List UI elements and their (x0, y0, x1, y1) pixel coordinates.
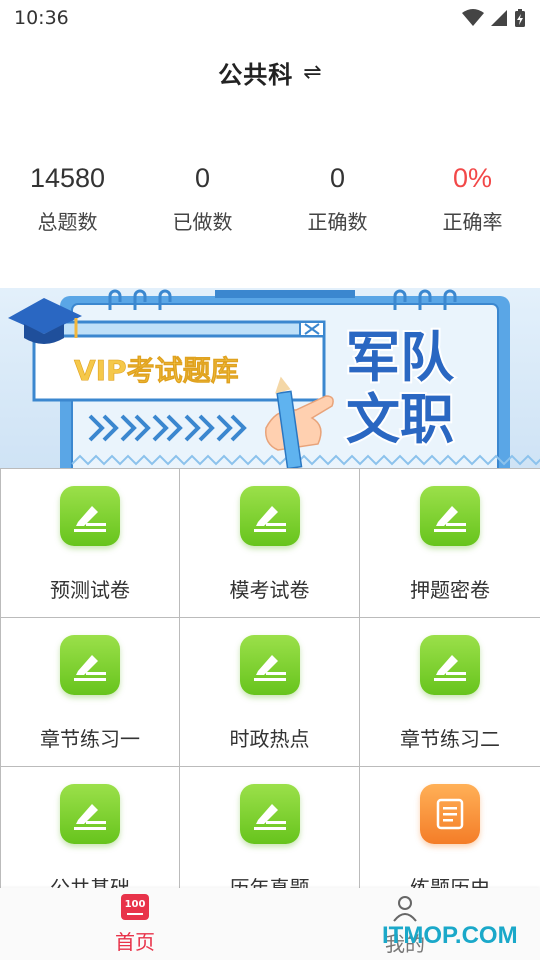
tab-home[interactable]: 100 首页 (0, 888, 270, 960)
pencil-icon (420, 486, 480, 546)
grid-item-label: 模考试卷 (229, 578, 310, 602)
status-icons (462, 8, 526, 28)
pencil-icon (239, 784, 300, 844)
banner-title-line2: 文职 (346, 388, 454, 451)
grid-item-label: 时政热点 (229, 727, 310, 751)
pencil-icon (239, 486, 300, 546)
status-bar: 10:36 (0, 0, 540, 36)
status-time: 10:36 (14, 7, 69, 29)
stat-label: 正确数 (307, 210, 368, 234)
grid-item-current-affairs[interactable]: 时政热点 (180, 618, 360, 767)
stat-label: 已做数 (172, 210, 233, 234)
grid-item-secret-paper[interactable]: 押题密卷 (360, 469, 540, 618)
stat-value: 0 (194, 163, 211, 193)
pencil-icon (239, 635, 300, 695)
stat-done: 0 已做数 (135, 158, 270, 248)
tab-home-label: 首页 (115, 930, 155, 954)
grid-item-chapter-1[interactable]: 章节练习一 (0, 618, 180, 767)
banner-illustration: 军队 文职 VIP考试题库 (0, 288, 540, 468)
grid-item-mock-exam[interactable]: 模考试卷 (180, 469, 360, 618)
grid-item-label: 预测试卷 (50, 578, 130, 602)
stat-value: 0 (329, 163, 346, 193)
promo-banner[interactable]: 军队 文职 VIP考试题库 (0, 288, 540, 468)
banner-title-line1: 军队 (346, 326, 455, 389)
stat-value: 0% (452, 163, 493, 193)
stat-total: 14580 总题数 (0, 158, 135, 248)
feature-grid: 预测试卷 模考试卷 押题密卷 章节练习一 时政热点 章节练习二 公共基础 (0, 468, 540, 916)
page-title[interactable]: 公共科 (218, 55, 293, 90)
grid-item-label: 章节练习二 (400, 727, 500, 751)
signal-icon (491, 10, 507, 26)
stat-rate: 0% 正确率 (405, 158, 540, 248)
stat-correct: 0 正确数 (270, 158, 405, 248)
pencil-icon (420, 635, 480, 695)
stat-value: 14580 (29, 163, 106, 193)
home-icon: 100 (121, 894, 149, 920)
watermark: ITMOP.COM (382, 922, 518, 949)
page-header: 公共科 ⇌ (0, 50, 540, 94)
pencil-icon (60, 784, 120, 844)
pencil-icon (60, 486, 120, 546)
stat-label: 总题数 (37, 210, 98, 234)
switch-subject-icon[interactable]: ⇌ (303, 60, 321, 85)
pencil-icon (60, 635, 120, 695)
grid-item-label: 押题密卷 (410, 578, 490, 602)
wifi-icon (462, 9, 484, 26)
history-list-icon (420, 784, 480, 844)
stat-label: 正确率 (442, 210, 503, 234)
stats-row: 14580 总题数 0 已做数 0 正确数 0% 正确率 (0, 158, 540, 248)
home-icon-text: 100 (124, 898, 146, 910)
banner-vip-text: VIP考试题库 (74, 354, 239, 387)
grid-item-chapter-2[interactable]: 章节练习二 (360, 618, 540, 767)
grid-item-label: 章节练习一 (40, 727, 140, 751)
battery-icon (515, 9, 525, 27)
grid-item-forecast-paper[interactable]: 预测试卷 (0, 469, 180, 618)
user-icon (393, 896, 417, 922)
